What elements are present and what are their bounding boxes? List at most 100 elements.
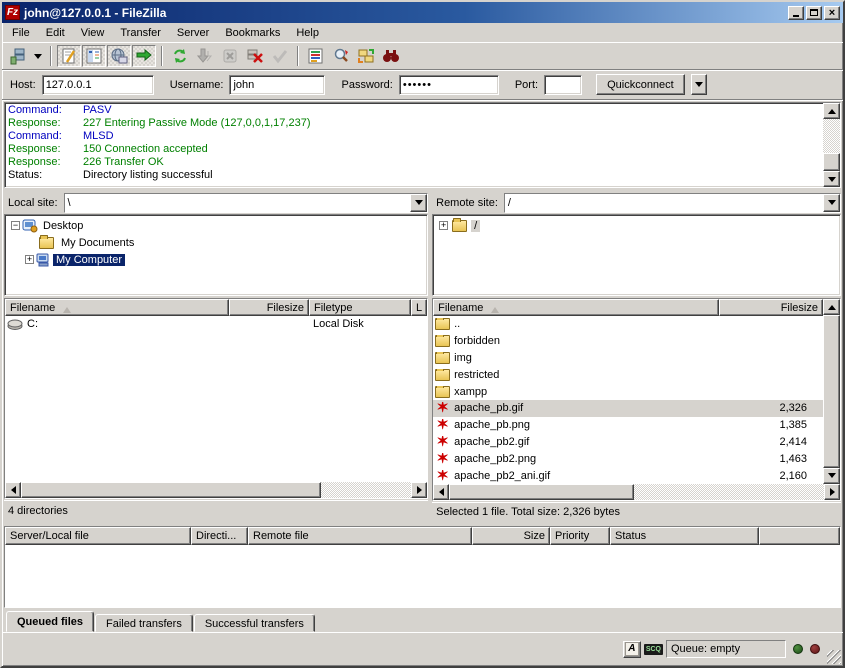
file-row[interactable]: img	[433, 350, 823, 367]
file-row[interactable]: ✶apache_pb2.gif 2,414	[433, 434, 823, 451]
port-input[interactable]	[544, 75, 582, 95]
remote-horizontal-scrollbar[interactable]	[433, 484, 840, 500]
scroll-left-button[interactable]	[433, 484, 449, 500]
column-filesize[interactable]: Filesize	[229, 299, 309, 316]
disconnect-button[interactable]	[243, 45, 267, 67]
local-horizontal-scrollbar[interactable]	[5, 482, 427, 498]
tab-successful-transfers[interactable]: Successful transfers	[194, 614, 315, 632]
remote-site-combo[interactable]: /	[504, 193, 841, 213]
process-queue-button[interactable]	[193, 45, 217, 67]
toggle-remote-tree-button[interactable]	[107, 45, 131, 67]
message-log-icon	[60, 47, 78, 65]
tree-item-my-computer[interactable]: + My Computer	[5, 251, 427, 268]
log-scrollbar[interactable]	[823, 103, 840, 187]
title-bar[interactable]: Fz john@127.0.0.1 - FileZilla ×	[2, 2, 843, 23]
remote-site-dropdown[interactable]	[823, 194, 840, 212]
filename-filters-button[interactable]	[304, 45, 328, 67]
column-filename[interactable]: Filename	[5, 299, 229, 316]
remote-list-body[interactable]: .. forbidden img	[433, 316, 823, 484]
column-filetype[interactable]: Filetype	[309, 299, 411, 316]
close-button[interactable]: ×	[824, 6, 840, 20]
tree-item-desktop[interactable]: − Desktop	[5, 217, 427, 234]
scroll-left-button[interactable]	[5, 482, 21, 498]
file-row-c-drive[interactable]: C: Local Disk	[5, 316, 427, 333]
menu-file[interactable]: File	[4, 25, 38, 41]
local-tree[interactable]: − Desktop My Documents +	[4, 214, 428, 296]
collapse-icon[interactable]: −	[11, 221, 20, 230]
scroll-thumb[interactable]	[21, 482, 321, 498]
scroll-down-button[interactable]	[823, 171, 840, 187]
synchronized-browsing-button[interactable]	[354, 45, 378, 67]
column-priority[interactable]: Priority	[550, 527, 610, 545]
scroll-up-button[interactable]	[823, 299, 840, 315]
dropdown-caret-icon	[695, 82, 703, 91]
disconnect-icon	[246, 47, 264, 65]
queue-body[interactable]	[5, 545, 840, 607]
column-last-modified[interactable]: L	[411, 299, 427, 316]
directory-comparison-button[interactable]	[268, 45, 292, 67]
scroll-thumb[interactable]	[823, 153, 840, 171]
speed-limit-icon[interactable]: SCQ	[644, 644, 663, 655]
message-log-text[interactable]: Command:PASV Response:227 Entering Passi…	[5, 103, 823, 187]
menu-help[interactable]: Help	[288, 25, 327, 41]
column-size[interactable]: Size	[472, 527, 550, 545]
column-server-local-file[interactable]: Server/Local file	[5, 527, 191, 545]
file-row[interactable]: ✶apache_pb2_ani.gif 2,160	[433, 467, 823, 484]
data-type-indicator[interactable]: A	[623, 641, 641, 658]
resize-grip[interactable]	[827, 650, 841, 664]
column-direction[interactable]: Directi...	[191, 527, 248, 545]
toggle-local-tree-button[interactable]	[82, 45, 106, 67]
file-row[interactable]: restricted	[433, 366, 823, 383]
host-input[interactable]	[42, 75, 154, 95]
toggle-message-log-button[interactable]	[57, 45, 81, 67]
column-filesize[interactable]: Filesize	[719, 299, 823, 316]
scroll-right-button[interactable]	[411, 482, 427, 498]
file-row[interactable]: forbidden	[433, 333, 823, 350]
expand-icon[interactable]: +	[439, 221, 448, 230]
password-input[interactable]	[399, 75, 499, 95]
file-row[interactable]: ✶apache_pb2.png 1,463	[433, 450, 823, 467]
site-manager-dropdown[interactable]	[31, 45, 45, 67]
scroll-up-button[interactable]	[823, 103, 840, 119]
local-list-body[interactable]: C: Local Disk	[5, 316, 427, 482]
tree-item-label: My Documents	[58, 237, 137, 249]
menu-view[interactable]: View	[73, 25, 113, 41]
file-row[interactable]: ..	[433, 316, 823, 333]
scroll-right-button[interactable]	[824, 484, 840, 500]
find-files-button[interactable]	[379, 45, 403, 67]
tree-item-my-documents[interactable]: My Documents	[5, 234, 427, 251]
local-site-combo[interactable]: \	[64, 193, 429, 213]
remote-vertical-scrollbar[interactable]	[823, 299, 840, 484]
menu-bookmarks[interactable]: Bookmarks	[217, 25, 288, 41]
menu-edit[interactable]: Edit	[38, 25, 73, 41]
column-filename[interactable]: Filename	[433, 299, 719, 316]
site-manager-button[interactable]	[6, 45, 30, 67]
maximize-button[interactable]	[806, 6, 822, 20]
file-row[interactable]: xampp	[433, 383, 823, 400]
scroll-thumb[interactable]	[449, 484, 634, 500]
column-status[interactable]: Status	[610, 527, 759, 545]
minimize-button[interactable]	[788, 6, 804, 20]
refresh-button[interactable]	[168, 45, 192, 67]
quickconnect-button[interactable]: Quickconnect	[596, 74, 685, 95]
local-site-dropdown[interactable]	[410, 194, 427, 212]
expand-icon[interactable]: +	[25, 255, 34, 264]
toggle-queue-button[interactable]	[132, 45, 156, 67]
file-search-button[interactable]	[329, 45, 353, 67]
username-input[interactable]	[229, 75, 325, 95]
column-remote-file[interactable]: Remote file	[248, 527, 472, 545]
scroll-down-button[interactable]	[823, 468, 840, 484]
quickconnect-dropdown[interactable]	[691, 74, 707, 95]
receive-activity-led	[810, 644, 820, 654]
menu-server[interactable]: Server	[169, 25, 217, 41]
file-row[interactable]: ✶apache_pb.png 1,385	[433, 417, 823, 434]
tree-item-root[interactable]: + /	[433, 217, 840, 234]
menu-transfer[interactable]: Transfer	[112, 25, 169, 41]
tab-failed-transfers[interactable]: Failed transfers	[95, 614, 193, 632]
tab-queued-files[interactable]: Queued files	[6, 611, 94, 632]
file-row-selected[interactable]: ✶apache_pb.gif 2,326	[433, 400, 823, 417]
arrow-down-icon	[828, 473, 836, 482]
cancel-button[interactable]	[218, 45, 242, 67]
remote-tree[interactable]: + /	[432, 214, 841, 296]
scroll-thumb[interactable]	[823, 315, 840, 468]
